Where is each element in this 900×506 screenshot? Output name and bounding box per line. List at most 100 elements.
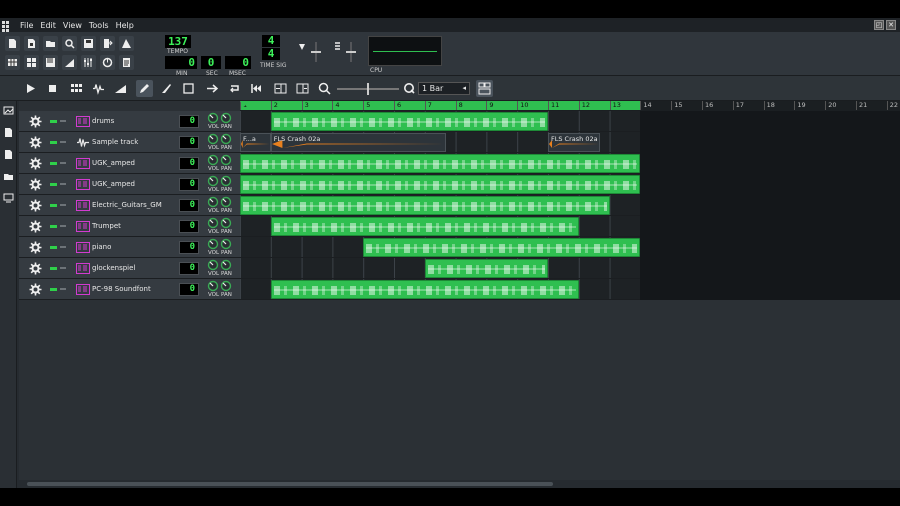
pattern-clip[interactable] <box>270 217 579 236</box>
volume-knob[interactable] <box>207 280 219 292</box>
track-settings-button[interactable] <box>29 220 42 233</box>
play-button[interactable] <box>22 80 39 97</box>
track-mute-toggle[interactable] <box>50 288 57 291</box>
track-settings-button[interactable] <box>29 199 42 212</box>
remove-bar-button[interactable] <box>294 80 311 97</box>
pattern-clip[interactable] <box>240 175 641 194</box>
volume-knob[interactable] <box>207 175 219 187</box>
export-button[interactable] <box>100 36 115 51</box>
volume-knob[interactable] <box>207 133 219 145</box>
track-lane[interactable] <box>240 279 900 300</box>
track-lane[interactable] <box>240 258 900 279</box>
panning-knob[interactable] <box>220 280 232 292</box>
track-name[interactable]: Electric_Guitars_GM <box>92 201 162 209</box>
track-settings-button[interactable] <box>29 241 42 254</box>
stop-behaviour-button[interactable] <box>248 80 265 97</box>
sidebar-my-presets[interactable] <box>3 149 14 160</box>
loop-points-button[interactable] <box>226 80 243 97</box>
panning-knob[interactable] <box>220 196 232 208</box>
piano-roll-toggle-button[interactable] <box>43 55 58 70</box>
panning-knob[interactable] <box>220 112 232 124</box>
controller-rack-toggle-button[interactable] <box>100 55 115 70</box>
panning-knob[interactable] <box>220 154 232 166</box>
track-solo-toggle[interactable] <box>60 288 66 290</box>
track-mute-toggle[interactable] <box>50 120 57 123</box>
knife-mode-button[interactable] <box>158 80 175 97</box>
track-value-display[interactable]: 0 <box>179 115 199 128</box>
track-settings-button[interactable] <box>29 178 42 191</box>
time-sig-denominator[interactable]: 4 <box>262 48 280 60</box>
volume-knob[interactable] <box>207 259 219 271</box>
sidebar-my-samples[interactable] <box>3 127 14 138</box>
pattern-clip[interactable] <box>240 154 641 173</box>
add-beat-track-button[interactable] <box>68 80 85 97</box>
track-solo-toggle[interactable] <box>60 267 66 269</box>
add-automation-track-button[interactable] <box>112 80 129 97</box>
track-name[interactable]: UGK_amped <box>92 180 135 188</box>
panning-knob[interactable] <box>220 217 232 229</box>
track-lane[interactable] <box>240 195 900 216</box>
track-lane[interactable]: F...a FLS Crash 02a FLS Crash 02a <box>240 132 900 153</box>
track-header[interactable]: Sample track 0 VOL PAN <box>19 132 240 153</box>
pattern-clip[interactable] <box>240 196 610 215</box>
master-volume-slider[interactable] <box>297 40 325 64</box>
recent-projects-button[interactable] <box>62 36 77 51</box>
track-value-display[interactable]: 0 <box>179 220 199 233</box>
track-solo-toggle[interactable] <box>60 162 66 164</box>
track-solo-toggle[interactable] <box>60 141 66 143</box>
export-tracks-button[interactable] <box>119 36 134 51</box>
track-lane[interactable] <box>240 174 900 195</box>
track-name[interactable]: glockenspiel <box>92 264 135 272</box>
track-mute-toggle[interactable] <box>50 183 57 186</box>
sidebar-my-home[interactable] <box>3 171 14 182</box>
track-name[interactable]: drums <box>92 117 114 125</box>
close-window-button[interactable]: ✕ <box>886 20 896 30</box>
track-settings-button[interactable] <box>29 136 42 149</box>
add-sample-track-button[interactable] <box>90 80 107 97</box>
automation-editor-toggle-button[interactable] <box>62 55 77 70</box>
draw-mode-button[interactable] <box>136 80 153 97</box>
track-settings-button[interactable] <box>29 115 42 128</box>
menu-help[interactable]: Help <box>116 21 134 30</box>
panning-knob[interactable] <box>220 133 232 145</box>
track-header[interactable]: UGK_amped 0 VOL PAN <box>19 153 240 174</box>
track-value-display[interactable]: 0 <box>179 283 199 296</box>
track-mute-toggle[interactable] <box>50 267 57 270</box>
pattern-clip[interactable] <box>270 112 548 131</box>
track-mute-toggle[interactable] <box>50 141 57 144</box>
track-value-display[interactable]: 0 <box>179 262 199 275</box>
beat-editor-toggle-button[interactable] <box>24 55 39 70</box>
new-project-button[interactable] <box>5 36 20 51</box>
save-project-button[interactable] <box>81 36 96 51</box>
menu-view[interactable]: View <box>63 21 82 30</box>
horizontal-scrollbar[interactable] <box>17 480 900 488</box>
track-header[interactable]: Electric_Guitars_GM 0 VOL PAN <box>19 195 240 216</box>
menu-edit[interactable]: Edit <box>40 21 56 30</box>
track-settings-button[interactable] <box>29 157 42 170</box>
sidebar-my-computer[interactable] <box>3 193 14 204</box>
track-value-display[interactable]: 0 <box>179 136 199 149</box>
track-lane[interactable] <box>240 153 900 174</box>
scrollbar-thumb[interactable] <box>27 482 553 486</box>
volume-knob[interactable] <box>207 154 219 166</box>
open-project-button[interactable] <box>43 36 58 51</box>
auto-scroll-button[interactable] <box>204 80 221 97</box>
project-notes-toggle-button[interactable] <box>119 55 134 70</box>
track-value-display[interactable]: 0 <box>179 178 199 191</box>
track-name[interactable]: PC-98 Soundfont <box>92 285 151 293</box>
track-header[interactable]: PC-98 Soundfont 0 VOL PAN <box>19 279 240 300</box>
panning-knob[interactable] <box>220 238 232 250</box>
pattern-clip[interactable] <box>363 238 641 257</box>
insert-bar-button[interactable] <box>272 80 289 97</box>
pattern-clip[interactable] <box>424 259 548 278</box>
mixer-toggle-button[interactable] <box>81 55 96 70</box>
track-value-display[interactable]: 0 <box>179 241 199 254</box>
volume-knob[interactable] <box>207 196 219 208</box>
track-header[interactable]: piano 0 VOL PAN <box>19 237 240 258</box>
restore-window-button[interactable]: ◰ <box>874 20 884 30</box>
track-name[interactable]: UGK_amped <box>92 159 135 167</box>
pattern-clip[interactable] <box>270 280 579 299</box>
track-name[interactable]: piano <box>92 243 111 251</box>
sample-clip[interactable]: F...a <box>240 133 271 152</box>
track-settings-button[interactable] <box>29 262 42 275</box>
